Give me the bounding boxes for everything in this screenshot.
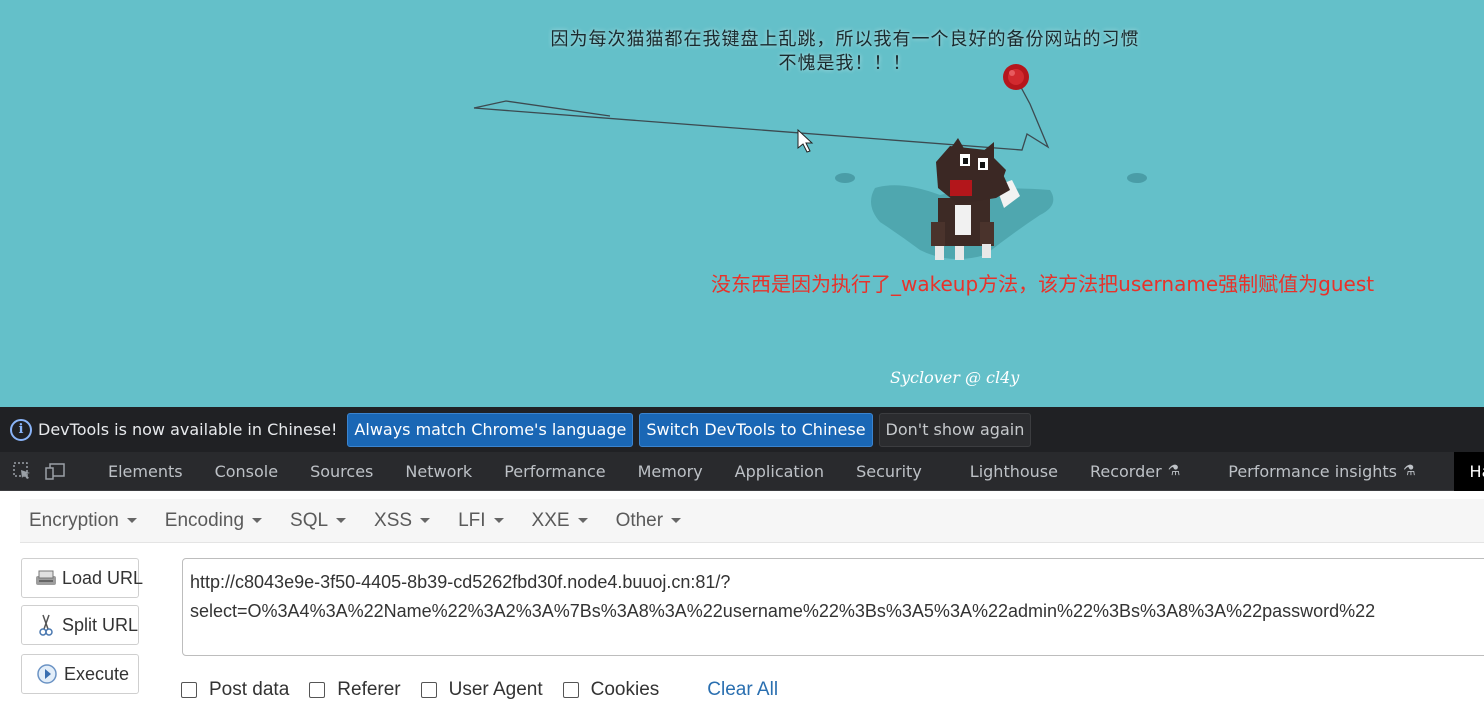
clear-all-link[interactable]: Clear All	[707, 679, 778, 701]
tab-performance-insights[interactable]: Performance insights ⚗	[1212, 452, 1431, 491]
split-url-label: Split URL	[61, 614, 138, 635]
caret-down-icon	[493, 518, 504, 523]
menu-encoding[interactable]: Encoding	[156, 499, 271, 543]
cookies-label: Cookies	[590, 679, 660, 700]
always-match-language-button[interactable]: Always match Chrome's language	[347, 412, 634, 447]
caret-down-icon	[577, 518, 588, 523]
menu-xxe[interactable]: XXE	[523, 499, 597, 543]
referer-checkbox[interactable]	[309, 682, 326, 698]
device-toolbar-icon[interactable]	[44, 460, 66, 482]
menu-xxe-label: XXE	[531, 509, 570, 531]
url-line-2: select=O%3A4%3A%22Name%22%3A2%3A%7Bs%3A8…	[190, 601, 1376, 621]
menu-lfi[interactable]: LFI	[449, 499, 512, 543]
post-data-option[interactable]: Post data	[181, 679, 289, 701]
menu-sql-label: SQL	[290, 509, 329, 531]
inspect-element-icon[interactable]	[12, 460, 32, 482]
red-annotation-text: 没东西是因为执行了_wakeup方法，该方法把username强制赋值为gues…	[711, 272, 1375, 296]
experiment-flask-icon: ⚗	[1167, 463, 1181, 479]
tab-network[interactable]: Network	[389, 452, 488, 491]
user-agent-label: User Agent	[448, 679, 543, 700]
menu-encoding-label: Encoding	[164, 509, 245, 531]
caret-down-icon	[671, 518, 682, 523]
menu-encryption-label: Encryption	[29, 509, 119, 531]
caret-down-icon	[420, 518, 431, 523]
request-options: Post data Referer User Agent Cookies Cle…	[181, 679, 778, 701]
url-textarea[interactable]: http://c8043e9e-3f50-4405-8b39-cd5262fbd…	[182, 558, 1484, 656]
infobar-message: DevTools is now available in Chinese!	[38, 420, 338, 439]
tab-lighthouse[interactable]: Lighthouse	[954, 452, 1074, 491]
tab-hackbar[interactable]: HackBar	[1453, 451, 1484, 491]
tab-performance-insights-label: Performance insights	[1228, 461, 1397, 481]
devtools-language-infobar: i DevTools is now available in Chinese! …	[0, 407, 1484, 452]
experiment-flask-icon: ⚗	[1402, 463, 1416, 479]
caret-down-icon	[126, 518, 137, 523]
headline-line-1: 因为每次猫猫都在我键盘上乱跳，所以我有一个良好的备份网站的习惯	[550, 29, 1140, 50]
menu-lfi-label: LFI	[458, 509, 486, 531]
load-url-icon	[34, 566, 58, 590]
tab-console[interactable]: Console	[199, 452, 295, 491]
tab-elements[interactable]: Elements	[92, 452, 199, 491]
tab-security[interactable]: Security	[840, 452, 938, 491]
execute-button[interactable]: Execute	[21, 654, 139, 694]
tab-performance[interactable]: Performance	[488, 452, 621, 491]
tab-application[interactable]: Application	[719, 452, 840, 491]
menu-xss-label: XSS	[374, 509, 413, 531]
page-credit: Syclover @ cl4y	[890, 368, 1020, 387]
menu-other-label: Other	[615, 509, 664, 531]
menu-xss[interactable]: XSS	[365, 499, 439, 543]
url-line-1: http://c8043e9e-3f50-4405-8b39-cd5262fbd…	[190, 572, 731, 592]
page-headline: 因为每次猫猫都在我键盘上乱跳，所以我有一个良好的备份网站的习惯 不愧是我！！！	[470, 28, 1220, 76]
page-viewport: 因为每次猫猫都在我键盘上乱跳，所以我有一个良好的备份网站的习惯 不愧是我！！！ …	[0, 0, 1484, 407]
execute-label: Execute	[64, 663, 130, 684]
menu-sql[interactable]: SQL	[281, 499, 355, 543]
referer-label: Referer	[337, 679, 401, 700]
play-icon	[34, 662, 60, 686]
info-icon: i	[10, 418, 32, 441]
scissors-icon	[34, 613, 58, 637]
cookies-option[interactable]: Cookies	[562, 679, 660, 701]
user-agent-option[interactable]: User Agent	[420, 679, 543, 701]
tab-recorder-label: Recorder	[1089, 461, 1162, 481]
user-agent-checkbox[interactable]	[420, 682, 437, 698]
post-data-label: Post data	[209, 679, 290, 700]
load-url-button[interactable]: Load URL	[21, 558, 143, 598]
cookies-checkbox[interactable]	[562, 682, 579, 698]
switch-to-chinese-button[interactable]: Switch DevTools to Chinese	[639, 412, 873, 447]
caret-down-icon	[336, 518, 347, 523]
devtools-tab-strip: Elements Console Sources Network Perform…	[0, 451, 1484, 491]
menu-other[interactable]: Other	[607, 499, 691, 543]
tab-recorder[interactable]: Recorder ⚗	[1074, 452, 1196, 491]
post-data-checkbox[interactable]	[181, 682, 197, 698]
referer-option[interactable]: Referer	[309, 679, 401, 701]
load-url-label: Load URL	[62, 567, 144, 588]
tab-memory[interactable]: Memory	[622, 452, 719, 491]
caret-down-icon	[252, 518, 263, 523]
menu-encryption[interactable]: Encryption	[20, 499, 146, 543]
hackbar-panel: Encryption Encoding SQL XSS LFI XXE Othe…	[0, 491, 1484, 715]
headline-line-2: 不愧是我！！！	[778, 53, 912, 74]
hackbar-menu-bar: Encryption Encoding SQL XSS LFI XXE Othe…	[20, 499, 1484, 543]
dont-show-again-button[interactable]: Don't show again	[878, 412, 1032, 447]
tab-sources[interactable]: Sources	[294, 452, 389, 491]
split-url-button[interactable]: Split URL	[21, 605, 139, 645]
